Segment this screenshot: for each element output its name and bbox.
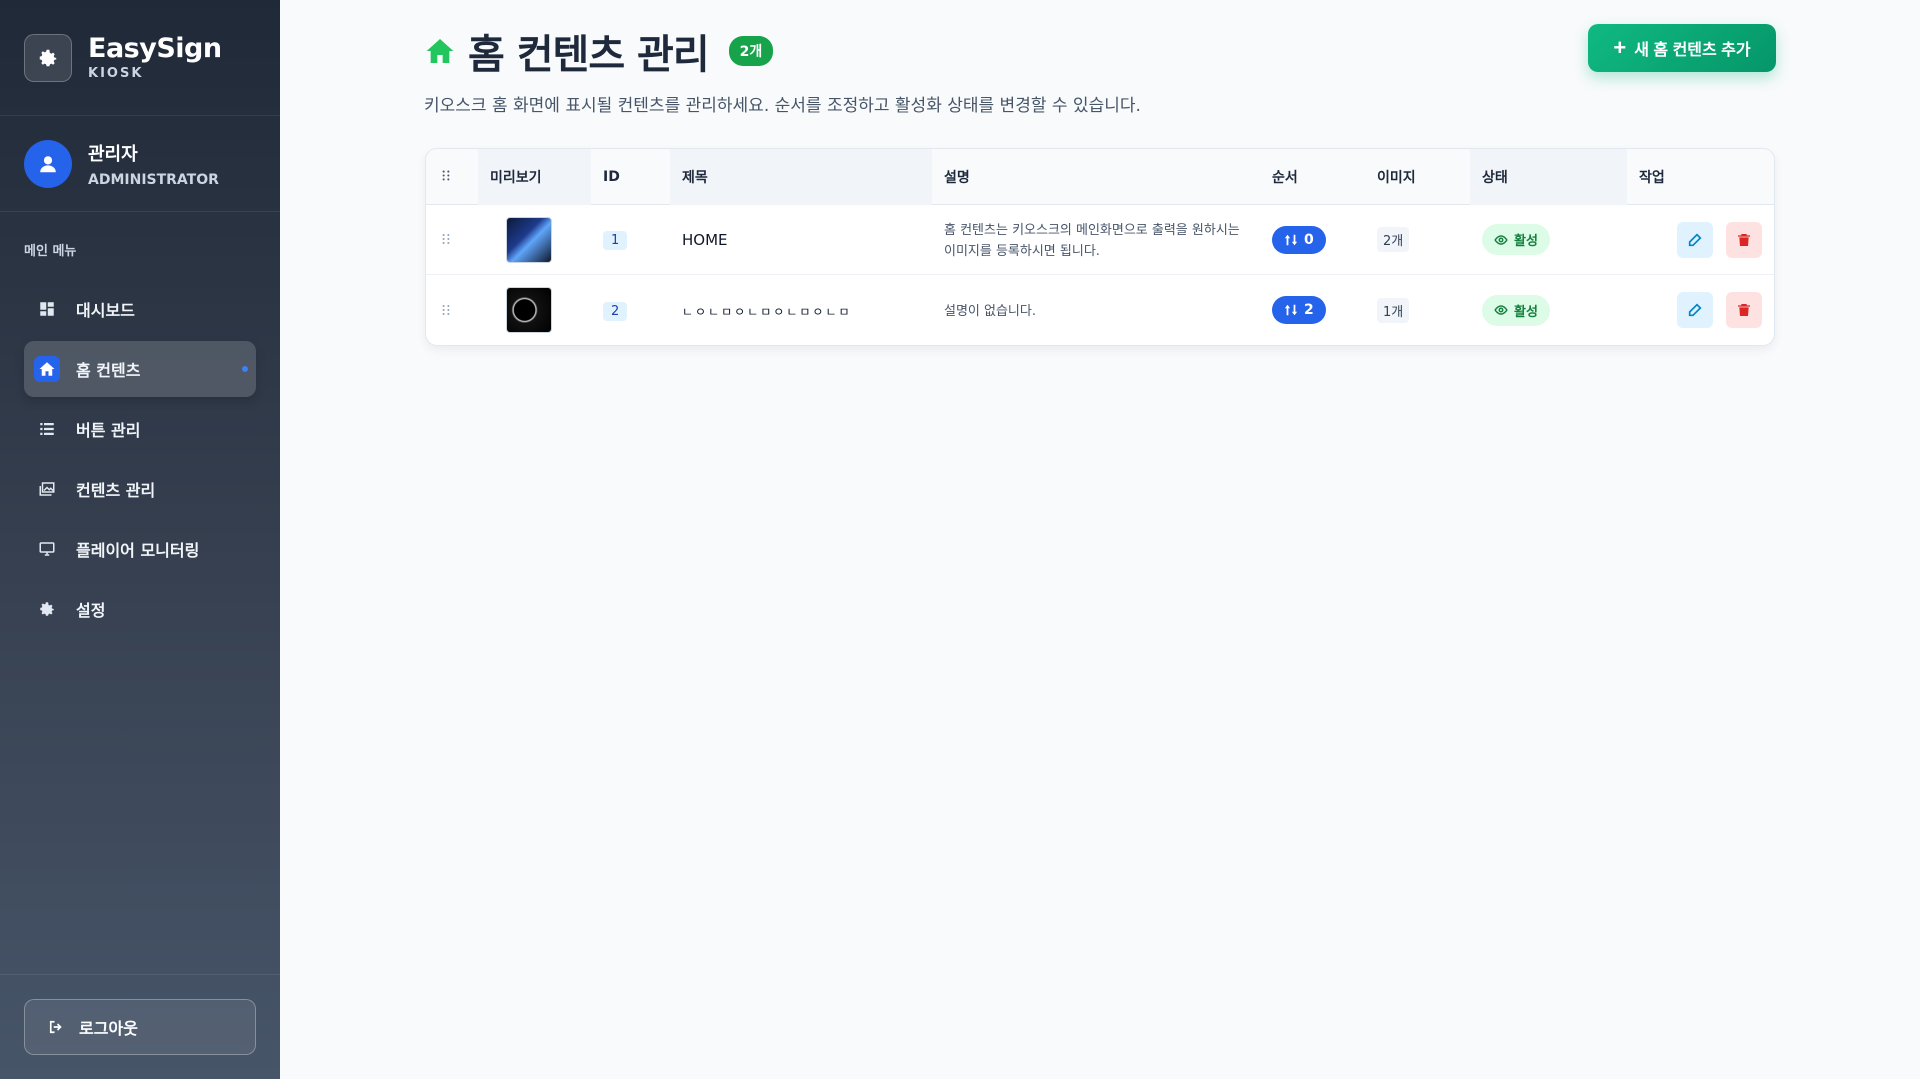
sidebar-item-label: 컨텐츠 관리 xyxy=(76,481,156,500)
col-status: 상태 xyxy=(1470,149,1627,205)
sort-icon xyxy=(1284,234,1298,245)
order-badge: 2 xyxy=(1272,296,1326,324)
images-icon xyxy=(34,476,60,502)
col-preview: 미리보기 xyxy=(478,149,591,205)
eye-icon xyxy=(1494,305,1508,315)
sidebar-item-contents[interactable]: 컨텐츠 관리 xyxy=(24,461,256,517)
edit-icon xyxy=(1688,232,1702,246)
order-badge: 0 xyxy=(1272,225,1326,254)
image-count-badge: 2개 xyxy=(1377,227,1410,252)
order-value: 0 xyxy=(1304,231,1314,248)
count-badge: 2개 xyxy=(728,36,774,66)
col-title: 제목 xyxy=(670,149,932,205)
sidebar: EasySign KIOSK 관리자 ADMINISTRATOR 메인 메뉴 대… xyxy=(0,0,280,1079)
drag-handle-icon[interactable] xyxy=(426,230,478,249)
home-icon xyxy=(426,39,454,63)
sort-icon xyxy=(1284,304,1298,316)
preview-thumbnail[interactable] xyxy=(506,216,552,263)
sidebar-item-player-monitoring[interactable]: 플레이어 모니터링 xyxy=(24,521,256,577)
sidebar-item-buttons[interactable]: 버튼 관리 xyxy=(24,401,256,457)
logout-button[interactable]: 로그아웃 xyxy=(24,999,256,1055)
order-value: 2 xyxy=(1304,302,1314,318)
col-desc: 설명 xyxy=(944,169,970,186)
sidebar-item-settings[interactable]: 설정 xyxy=(24,581,256,637)
list-icon xyxy=(34,416,60,442)
preview-thumbnail[interactable] xyxy=(506,287,552,333)
active-indicator xyxy=(242,366,248,372)
sidebar-item-dashboard[interactable]: 대시보드 xyxy=(24,281,256,337)
status-label: 활성 xyxy=(1514,234,1538,249)
sidebar-item-label: 대시보드 xyxy=(76,301,135,320)
brand-name: EasySign xyxy=(88,33,222,64)
sidebar-item-label: 버튼 관리 xyxy=(76,421,141,440)
id-badge: 1 xyxy=(603,231,628,250)
edit-icon xyxy=(1688,303,1702,317)
row-description: 홈 컨텐츠는 키오스크의 메인화면으로 출력을 원하시는 이미지를 등록하시면 … xyxy=(944,222,1240,259)
eye-icon xyxy=(1494,234,1508,245)
drag-header-icon xyxy=(426,169,478,185)
dashboard-icon xyxy=(34,296,60,322)
brand: EasySign KIOSK xyxy=(0,0,280,116)
edit-button[interactable] xyxy=(1677,221,1713,258)
col-id: ID xyxy=(603,168,620,185)
sidebar-item-label: 홈 컨텐츠 xyxy=(76,361,141,380)
main-menu: 대시보드 홈 컨텐츠 버튼 관리 컨텐츠 관리 플레이어 모니터링 설정 xyxy=(0,281,280,637)
user-profile: 관리자 ADMINISTRATOR xyxy=(0,116,280,212)
table-row: 1 HOME 홈 컨텐츠는 키오스크의 메인화면으로 출력을 원하시는 이미지를… xyxy=(426,205,1774,275)
col-actions: 작업 xyxy=(1639,169,1665,186)
menu-title: 메인 메뉴 xyxy=(24,244,77,259)
drag-handle-icon[interactable] xyxy=(426,301,478,320)
main-content: 홈 컨텐츠 관리 2개 키오스크 홈 화면에 표시될 컨텐츠를 관리하세요. 순… xyxy=(280,0,1920,1079)
table-header: 미리보기 ID 제목 설명 순서 이미지 상태 작업 xyxy=(426,149,1774,205)
page-subtitle: 키오스크 홈 화면에 표시될 컨텐츠를 관리하세요. 순서를 조정하고 활성화 … xyxy=(424,96,1141,116)
edit-button[interactable] xyxy=(1677,292,1713,328)
monitor-icon xyxy=(34,536,60,562)
col-images: 이미지 xyxy=(1377,169,1416,186)
row-title: HOME xyxy=(682,231,728,249)
avatar xyxy=(24,139,72,188)
sidebar-footer: 로그아웃 xyxy=(0,974,280,1079)
col-order: 순서 xyxy=(1272,169,1298,186)
add-button-label: 새 홈 컨텐츠 추가 xyxy=(1634,42,1751,59)
logout-icon xyxy=(49,1020,62,1034)
status-label: 활성 xyxy=(1514,304,1538,320)
trash-icon xyxy=(1738,304,1751,316)
add-home-content-button[interactable]: + 새 홈 컨텐츠 추가 xyxy=(1588,24,1776,72)
brand-sub: KIOSK xyxy=(88,66,144,81)
sidebar-item-label: 설정 xyxy=(76,601,106,620)
gear-icon xyxy=(24,33,72,82)
row-title: ㄴㅇㄴㅁㅇㄴㅁㅇㄴㅁㅇㄴㅁ xyxy=(682,304,852,319)
user-icon xyxy=(40,155,56,172)
status-badge[interactable]: 활성 xyxy=(1482,224,1550,255)
plus-icon: + xyxy=(1613,35,1627,60)
user-role: ADMINISTRATOR xyxy=(88,171,219,188)
page-header: 홈 컨텐츠 관리 2개 xyxy=(424,22,774,80)
id-badge: 2 xyxy=(603,301,628,321)
trash-icon xyxy=(1738,233,1751,246)
delete-button[interactable] xyxy=(1726,221,1763,258)
logout-label: 로그아웃 xyxy=(79,1019,138,1038)
table-row: 2 ㄴㅇㄴㅁㅇㄴㅁㅇㄴㅁㅇㄴㅁ 설명이 없습니다. 2 1개 활성 xyxy=(426,275,1774,345)
delete-button[interactable] xyxy=(1726,292,1763,328)
home-icon xyxy=(34,356,60,382)
image-count-badge: 1개 xyxy=(1377,297,1410,323)
sidebar-item-home-content[interactable]: 홈 컨텐츠 xyxy=(24,341,256,397)
status-badge[interactable]: 활성 xyxy=(1482,294,1550,326)
row-description: 설명이 없습니다. xyxy=(944,303,1036,319)
user-name: 관리자 xyxy=(88,143,138,165)
sidebar-item-label: 플레이어 모니터링 xyxy=(76,541,200,560)
page-title: 홈 컨텐츠 관리 xyxy=(468,32,710,78)
gear-icon xyxy=(34,596,60,622)
content-table: 미리보기 ID 제목 설명 순서 이미지 상태 작업 1 HOME 홈 컨텐츠는… xyxy=(425,148,1775,346)
